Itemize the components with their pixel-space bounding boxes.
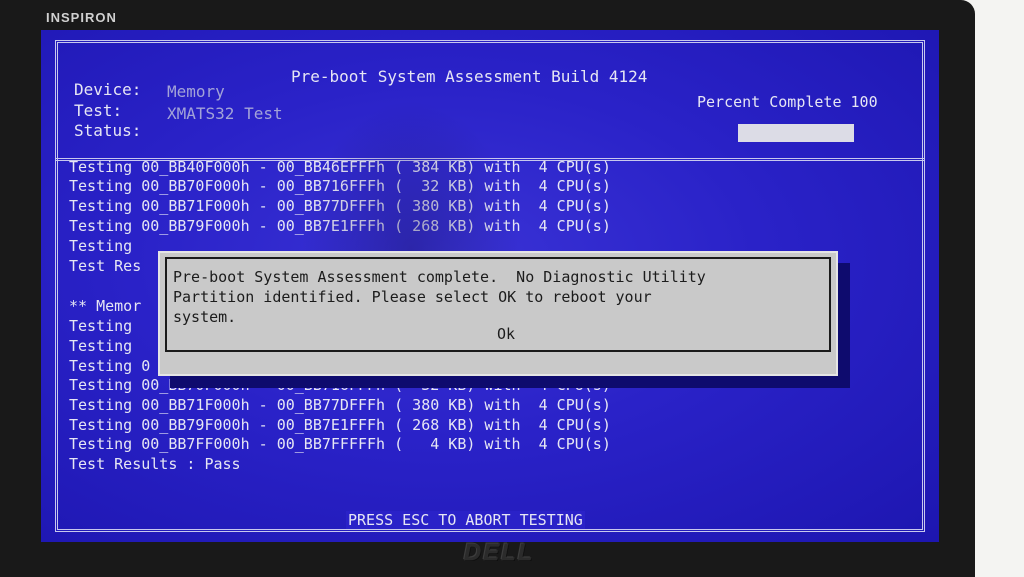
log-line: Testing 00_BB71F000h - 00_BB77DFFFh ( 38… — [69, 197, 611, 215]
log-line: Testing — [69, 237, 133, 255]
abort-instruction: PRESS ESC TO ABORT TESTING — [346, 511, 585, 529]
log-line: Test Results : Pass — [69, 455, 241, 473]
dialog-message: Pre-boot System Assessment complete. No … — [173, 267, 823, 327]
log-line: Testing 0 — [69, 357, 151, 375]
log-line: Test Res — [69, 257, 142, 275]
dell-logo: DELL — [463, 539, 535, 566]
completion-dialog: Pre-boot System Assessment complete. No … — [158, 251, 838, 376]
dialog-line-1: Pre-boot System Assessment complete. No … — [173, 268, 706, 286]
progress-bar — [738, 124, 854, 142]
dialog-frame: Pre-boot System Assessment complete. No … — [165, 257, 831, 352]
log-line: Testing 00_BB70F000h - 00_BB716FFFh ( 32… — [69, 177, 611, 195]
ok-button[interactable]: Ok — [497, 325, 515, 343]
log-line: Testing 00_BB40F000h - 00_BB46EFFFh ( 38… — [69, 158, 611, 176]
log-line: Testing — [69, 337, 133, 355]
dialog-line-3: system. — [173, 308, 237, 326]
log-line: Testing 00_BB71F000h - 00_BB77DFFFh ( 38… — [69, 396, 611, 414]
log-line: Testing 00_BB79F000h - 00_BB7E1FFFh ( 26… — [69, 416, 611, 434]
percent-complete: Percent Complete 100 — [697, 93, 878, 111]
log-line: Testing 00_BB70F000h - 00_BB716FFFh ( 32… — [69, 376, 611, 394]
brand-label: INSPIRON — [46, 10, 117, 25]
status-label: Status: — [74, 121, 142, 140]
test-value: XMATS32 Test — [167, 104, 283, 123]
log-line: Testing 00_BB7FF000h - 00_BB7FFFFFh ( 4 … — [69, 435, 611, 453]
log-line: ** Memor — [69, 297, 142, 315]
dialog-line-2: Partition identified. Please select OK t… — [173, 288, 652, 306]
log-line: Testing 00_BB79F000h - 00_BB7E1FFFh ( 26… — [69, 217, 611, 235]
device-value: Memory — [167, 82, 225, 101]
test-label: Test: — [74, 101, 123, 120]
log-line: Testing — [69, 317, 133, 335]
bios-screen: Pre-boot System Assessment Build 4124 De… — [41, 30, 939, 542]
device-label: Device: — [74, 80, 142, 99]
assessment-title: Pre-boot System Assessment Build 4124 — [291, 67, 648, 86]
laptop-bezel: INSPIRON DELL Pre-boot System Assessment… — [0, 0, 975, 577]
